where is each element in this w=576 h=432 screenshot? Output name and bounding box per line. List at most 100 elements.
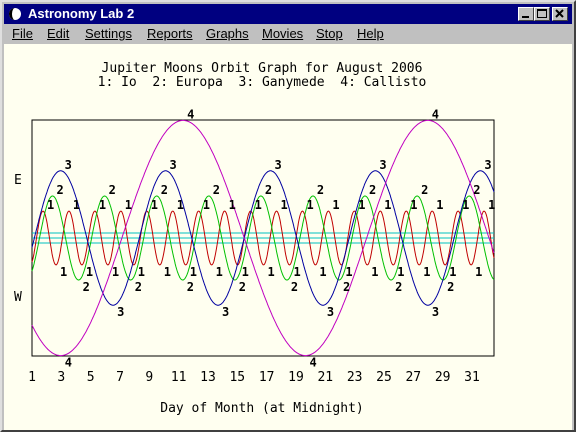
chart-title: Jupiter Moons Orbit Graph for August 200… [102, 61, 423, 76]
window-title: Astronomy Lab 2 [28, 6, 135, 21]
moon-label-1: 1 [436, 198, 443, 212]
moon-label-1: 1 [462, 198, 469, 212]
moon-label-1: 1 [47, 198, 54, 212]
x-tick-label: 21 [317, 370, 333, 385]
moon-label-1: 1 [229, 198, 236, 212]
x-tick-label: 9 [145, 370, 153, 385]
moon-label-2: 2 [109, 183, 116, 197]
moon-label-1: 1 [384, 198, 391, 212]
moon-label-1: 1 [216, 265, 223, 279]
moon-label-1: 1 [268, 265, 275, 279]
moon-label-1: 1 [86, 265, 93, 279]
moon-label-1: 1 [397, 265, 404, 279]
x-tick-label: 3 [57, 370, 65, 385]
moon-label-2: 2 [161, 183, 168, 197]
moon-label-2: 2 [57, 183, 64, 197]
moon-label-2: 2 [187, 280, 194, 294]
x-tick-label: 1 [28, 370, 36, 385]
moon-label-3: 3 [65, 158, 72, 172]
menu-graphs[interactable]: Graphs [206, 26, 249, 41]
moon-label-2: 2 [421, 183, 428, 197]
menu-reports[interactable]: Reports [147, 26, 193, 41]
moon-label-4: 4 [432, 107, 439, 121]
x-tick-label: 15 [229, 370, 245, 385]
x-tick-label: 7 [116, 370, 124, 385]
close-icon [555, 9, 564, 18]
moon-label-1: 1 [449, 265, 456, 279]
menu-movies[interactable]: Movies [262, 26, 303, 41]
moon-label-1: 1 [73, 198, 80, 212]
moon-label-3: 3 [117, 305, 124, 319]
minimize-icon [522, 16, 529, 18]
menu-settings[interactable]: Settings [85, 26, 132, 41]
moon-label-2: 2 [291, 280, 298, 294]
moon-label-2: 2 [265, 183, 272, 197]
x-tick-label: 25 [376, 370, 392, 385]
east-label: E [14, 173, 22, 188]
moon-label-3: 3 [432, 305, 439, 319]
moon-label-3: 3 [170, 158, 177, 172]
close-button[interactable] [552, 7, 568, 21]
menu-help[interactable]: Help [357, 26, 384, 41]
west-label: W [14, 290, 22, 305]
moon-label-2: 2 [343, 280, 350, 294]
graph-area: Jupiter Moons Orbit Graph for August 200… [4, 44, 572, 430]
moon-label-1: 1 [345, 265, 352, 279]
moon-label-1: 1 [60, 265, 67, 279]
moon-label-1: 1 [281, 198, 288, 212]
moon-label-3: 3 [222, 305, 229, 319]
x-tick-label: 13 [200, 370, 216, 385]
moon-label-3: 3 [484, 158, 491, 172]
x-tick-label: 23 [347, 370, 363, 385]
x-tick-label: 11 [171, 370, 187, 385]
moon-label-3: 3 [379, 158, 386, 172]
chart-subtitle: 1: Io 2: Europa 3: Ganymede 4: Callisto [98, 75, 427, 90]
x-tick-label: 17 [259, 370, 275, 385]
moon-label-1: 1 [99, 198, 106, 212]
title-bar[interactable]: Astronomy Lab 2 [4, 4, 572, 24]
x-tick-labels: 1 3 5 7 9 11 13 15 17 19 21 23 25 27 29 31 [28, 370, 480, 385]
moon-label-3: 3 [327, 305, 334, 319]
x-tick-label: 31 [464, 370, 480, 385]
moon-label-2: 2 [473, 183, 480, 197]
moon-label-1: 1 [410, 198, 417, 212]
app-window: Astronomy Lab 2 File Edit Settings Repor… [0, 0, 576, 432]
moon-label-2: 2 [369, 183, 376, 197]
menu-file[interactable]: File [12, 26, 33, 41]
moon-label-1: 1 [242, 265, 249, 279]
moon-label-1: 1 [294, 265, 301, 279]
orbit-chart: Jupiter Moons Orbit Graph for August 200… [14, 61, 495, 416]
menu-bar: File Edit Settings Reports Graphs Movies… [4, 24, 572, 44]
moon-label-1: 1 [177, 198, 184, 212]
moon-label-1: 1 [190, 265, 197, 279]
moon-label-4: 4 [310, 356, 317, 370]
moon-label-1: 1 [138, 265, 145, 279]
moon-label-1: 1 [112, 265, 119, 279]
menu-edit[interactable]: Edit [47, 26, 69, 41]
moon-label-1: 1 [423, 265, 430, 279]
moon-label-1: 1 [255, 198, 262, 212]
moon-label-1: 1 [332, 198, 339, 212]
moon-label-2: 2 [135, 280, 142, 294]
moon-label-1: 1 [164, 265, 171, 279]
moon-label-1: 1 [203, 198, 210, 212]
moon-label-1: 1 [319, 265, 326, 279]
app-moon-icon [9, 8, 21, 20]
maximize-button[interactable] [534, 7, 550, 21]
moon-label-1: 1 [358, 198, 365, 212]
x-tick-label: 27 [405, 370, 421, 385]
moon-label-1: 1 [371, 265, 378, 279]
moon-label-1: 1 [151, 198, 158, 212]
maximize-icon [537, 9, 547, 18]
moon-label-2: 2 [447, 280, 454, 294]
moon-label-2: 2 [83, 280, 90, 294]
x-tick-label: 19 [288, 370, 304, 385]
moon-label-3: 3 [275, 158, 282, 172]
moon-label-1: 1 [488, 198, 495, 212]
moon-label-1: 1 [475, 265, 482, 279]
moon-label-1: 1 [125, 198, 132, 212]
menu-stop[interactable]: Stop [316, 26, 343, 41]
minimize-button[interactable] [518, 7, 534, 21]
moon-label-2: 2 [239, 280, 246, 294]
moon-label-1: 1 [307, 198, 314, 212]
